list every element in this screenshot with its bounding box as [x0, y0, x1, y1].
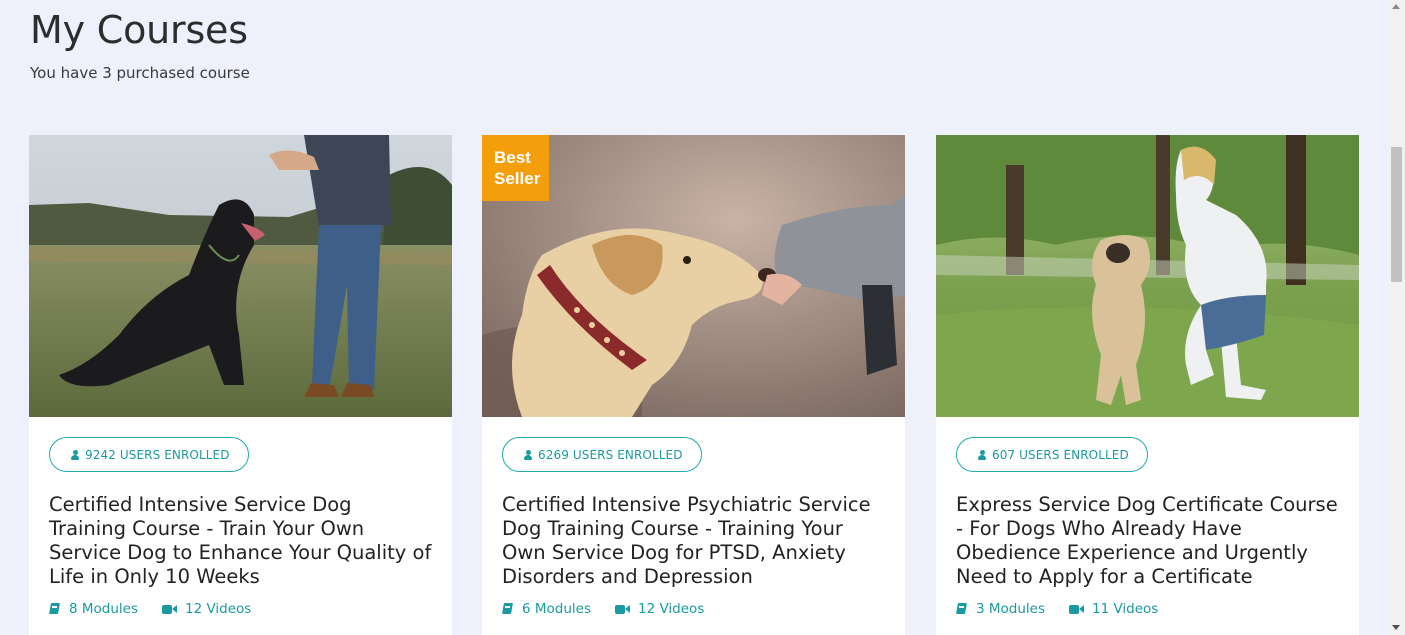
enrollment-count: 6269 USERS ENROLLED — [538, 447, 683, 462]
enrollment-count: 9242 USERS ENROLLED — [85, 447, 230, 462]
videos-count: 11 Videos — [1069, 601, 1158, 617]
course-meta: 6 Modules 12 Videos — [502, 601, 728, 617]
course-card[interactable]: Best Seller 6269 USERS ENROLLED Certified… — [482, 135, 905, 635]
modules-count: 8 Modules — [49, 601, 138, 617]
enrollment-count: 607 USERS ENROLLED — [992, 447, 1129, 462]
modules-label: 6 Modules — [522, 601, 592, 617]
pug-park-photo — [936, 135, 1359, 417]
modules-count: 6 Modules — [502, 601, 591, 617]
book-icon — [956, 603, 968, 615]
page-title: My Courses — [30, 8, 248, 52]
course-card[interactable]: 9242 USERS ENROLLED Certified Intensive … — [29, 135, 452, 635]
videos-label: 11 Videos — [1092, 601, 1159, 617]
videos-count: 12 Videos — [162, 601, 251, 617]
user-icon — [978, 449, 986, 460]
video-camera-icon — [615, 604, 631, 615]
best-seller-badge: Best Seller — [482, 135, 549, 201]
enrollment-badge: 9242 USERS ENROLLED — [49, 437, 249, 472]
modules-count: 3 Modules — [956, 601, 1045, 617]
user-icon — [524, 449, 532, 460]
rottweiler-training-photo — [29, 135, 452, 417]
videos-label: 12 Videos — [185, 601, 252, 617]
course-title[interactable]: Certified Intensive Service Dog Training… — [49, 493, 434, 589]
modules-label: 8 Modules — [69, 601, 139, 617]
page-subtitle: You have 3 purchased course — [30, 64, 250, 82]
scrollbar-thumb[interactable] — [1391, 147, 1402, 282]
book-icon — [502, 603, 514, 615]
book-icon — [49, 603, 61, 615]
videos-label: 12 Videos — [638, 601, 705, 617]
course-meta: 3 Modules 11 Videos — [956, 601, 1182, 617]
course-title[interactable]: Certified Intensive Psychiatric Service … — [502, 493, 887, 589]
scroll-up-arrow-icon[interactable] — [1392, 4, 1400, 9]
video-camera-icon — [1069, 604, 1085, 615]
user-icon — [71, 449, 79, 460]
enrollment-badge: 607 USERS ENROLLED — [956, 437, 1148, 472]
vertical-scrollbar[interactable] — [1388, 0, 1405, 635]
videos-count: 12 Videos — [615, 601, 704, 617]
course-thumbnail[interactable]: Best Seller — [482, 135, 905, 417]
course-thumbnail[interactable] — [29, 135, 452, 417]
video-camera-icon — [162, 604, 178, 615]
course-meta: 8 Modules 12 Videos — [49, 601, 275, 617]
scroll-down-arrow-icon[interactable] — [1392, 625, 1400, 630]
course-thumbnail[interactable] — [936, 135, 1359, 417]
course-title[interactable]: Express Service Dog Certificate Course -… — [956, 493, 1341, 589]
enrollment-badge: 6269 USERS ENROLLED — [502, 437, 702, 472]
modules-label: 3 Modules — [976, 601, 1046, 617]
course-card[interactable]: 607 USERS ENROLLED Express Service Dog C… — [936, 135, 1359, 635]
